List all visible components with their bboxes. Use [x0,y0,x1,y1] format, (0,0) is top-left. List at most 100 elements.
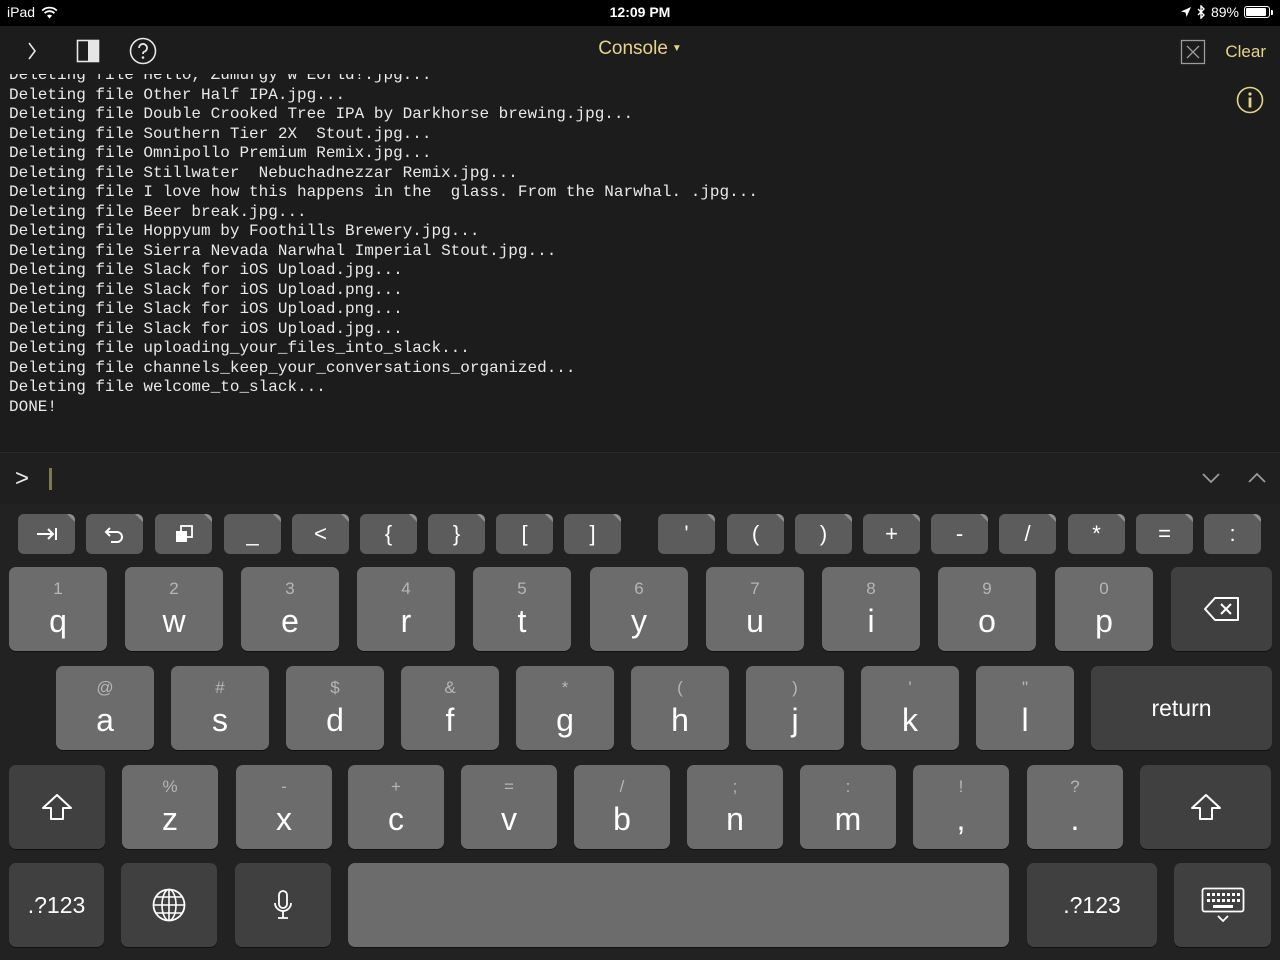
copy-icon [175,525,193,542]
dismiss-keyboard-key[interactable] [1174,863,1271,947]
letter-key[interactable]: ; n [687,765,783,849]
shortcut-key[interactable]: : [1204,514,1261,554]
letter-key[interactable]: 6y [590,567,688,651]
letter-key[interactable]: = v [461,765,557,849]
letter-key[interactable]: :m [800,765,896,849]
letter-key[interactable]: " l [976,666,1074,750]
key-label: r [400,603,412,639]
key-hint: 0 [1099,579,1109,598]
space-key[interactable] [348,863,1009,947]
console-output[interactable]: Deleting file Hello, Zumurgy w'Eorld!.jp… [0,74,1280,452]
key-label: . [1070,801,1080,837]
console-title-label: Console [598,38,668,59]
letter-key[interactable]: 0p [1055,567,1153,651]
letter-key[interactable]: 4r [357,567,455,651]
letter-key[interactable]: 5t [473,567,571,651]
numbers-key-right[interactable]: .?123 [1027,863,1157,947]
console-line: Deleting file Slack for iOS Upload.jpg..… [9,261,403,279]
console-line: DONE! [9,397,58,416]
key-hint: * [561,678,569,697]
shortcut-key[interactable]: ) [795,514,852,554]
letter-key[interactable]: 8i [822,567,920,651]
console-lines: Deleting file Hello, Zumurgy w'Eorld!.jp… [9,74,758,417]
prompt-bar[interactable]: > [0,452,1280,504]
delete-key[interactable] [1171,567,1272,651]
numbers-key-left[interactable]: .?123 [9,863,104,947]
shortcut-key[interactable]: } [428,514,485,554]
shortcut-key[interactable]: ( [727,514,784,554]
shift-icon [1190,794,1221,820]
console-line: Deleting file channels_keep_your_convers… [9,358,576,377]
letter-key[interactable]: ' k [861,666,959,750]
key-hint: % [162,777,178,796]
undo-key[interactable] [86,514,143,554]
console-line: Deleting file Sierra Nevada Narwhal Impe… [9,241,557,260]
console-title[interactable]: Console ▼ [0,38,1280,60]
shift-key-left[interactable] [9,765,105,849]
shortcut-key[interactable]: = [1136,514,1193,554]
letter-key[interactable]: + c [348,765,444,849]
letter-key[interactable]: & f [401,666,499,750]
shortcut-key[interactable]: + [863,514,920,554]
tab-icon [36,528,57,540]
console-line: Deleting file Southern Tier 2X Stout.jpg… [9,124,432,143]
letter-key[interactable]: $ d [286,666,384,750]
close-box-icon[interactable] [1178,37,1208,67]
letter-key[interactable]: / b [574,765,670,849]
key-hint: & [444,678,456,697]
letter-key[interactable]: * g [516,666,614,750]
shortcut-key[interactable]: - [931,514,988,554]
shift-key-right[interactable] [1140,765,1271,849]
letter-key[interactable]: ) j [746,666,844,750]
key-label: i [867,603,875,639]
key-hint: # [215,678,225,697]
shortcut-key[interactable]: / [999,514,1056,554]
key-hint: 3 [285,579,295,598]
key-hint: + [391,777,401,796]
key-label: z [162,801,178,837]
key-label: t [517,603,527,639]
shortcut-key[interactable]: [ [496,514,553,554]
letter-key[interactable]: 3e [241,567,339,651]
key-label: u [746,603,764,639]
key-label: d [326,702,344,738]
shortcut-key[interactable]: < [292,514,349,554]
shortcut-key[interactable]: { [360,514,417,554]
letter-key[interactable]: 7u [706,567,804,651]
dictation-key[interactable] [235,863,331,947]
chevron-down-icon[interactable] [1200,469,1222,487]
letter-key[interactable]: % z [122,765,218,849]
key-label: g [556,702,574,738]
console-line: Deleting file Double Crooked Tree IPA by… [9,105,634,123]
info-icon[interactable] [1236,86,1264,114]
numbers-key-label: .?123 [1063,891,1121,918]
shortcut-key[interactable]: _ [224,514,281,554]
keyboard: _ <{}[] '() + - / * =: 1q2w3e4r5t6y7u8i9o0p @ a #… [0,504,1280,960]
letter-key[interactable]: 2w [125,567,223,651]
key-label: h [671,702,689,738]
chevron-up-icon[interactable] [1246,469,1268,487]
key-hint: ; [732,777,738,796]
letter-key[interactable]: @ a [56,666,154,750]
letter-key[interactable]: !, [913,765,1009,849]
key-label: f [445,702,455,738]
letter-key[interactable]: -x [236,765,332,849]
shortcut-key[interactable]: ' [658,514,715,554]
shortcut-key[interactable]: ] [564,514,621,554]
letter-key[interactable]: (h [631,666,729,750]
letter-key[interactable]: 1q [9,567,107,651]
letter-key[interactable]: ?. [1027,765,1123,849]
globe-key[interactable] [121,863,217,947]
key-hint: @ [96,678,114,697]
key-label: x [276,801,292,837]
return-key-label: return [1151,694,1212,721]
console-line: Deleting file Beer break.jpg... [9,202,307,221]
clear-button[interactable]: Clear [1225,42,1266,62]
console-line: Deleting file I love how this happens in… [9,183,758,201]
letter-key[interactable]: # s [171,666,269,750]
tab-key[interactable] [18,514,75,554]
copy-key[interactable] [155,514,212,554]
shortcut-key[interactable]: * [1068,514,1125,554]
return-key[interactable]: return [1091,666,1272,750]
letter-key[interactable]: 9o [938,567,1036,651]
